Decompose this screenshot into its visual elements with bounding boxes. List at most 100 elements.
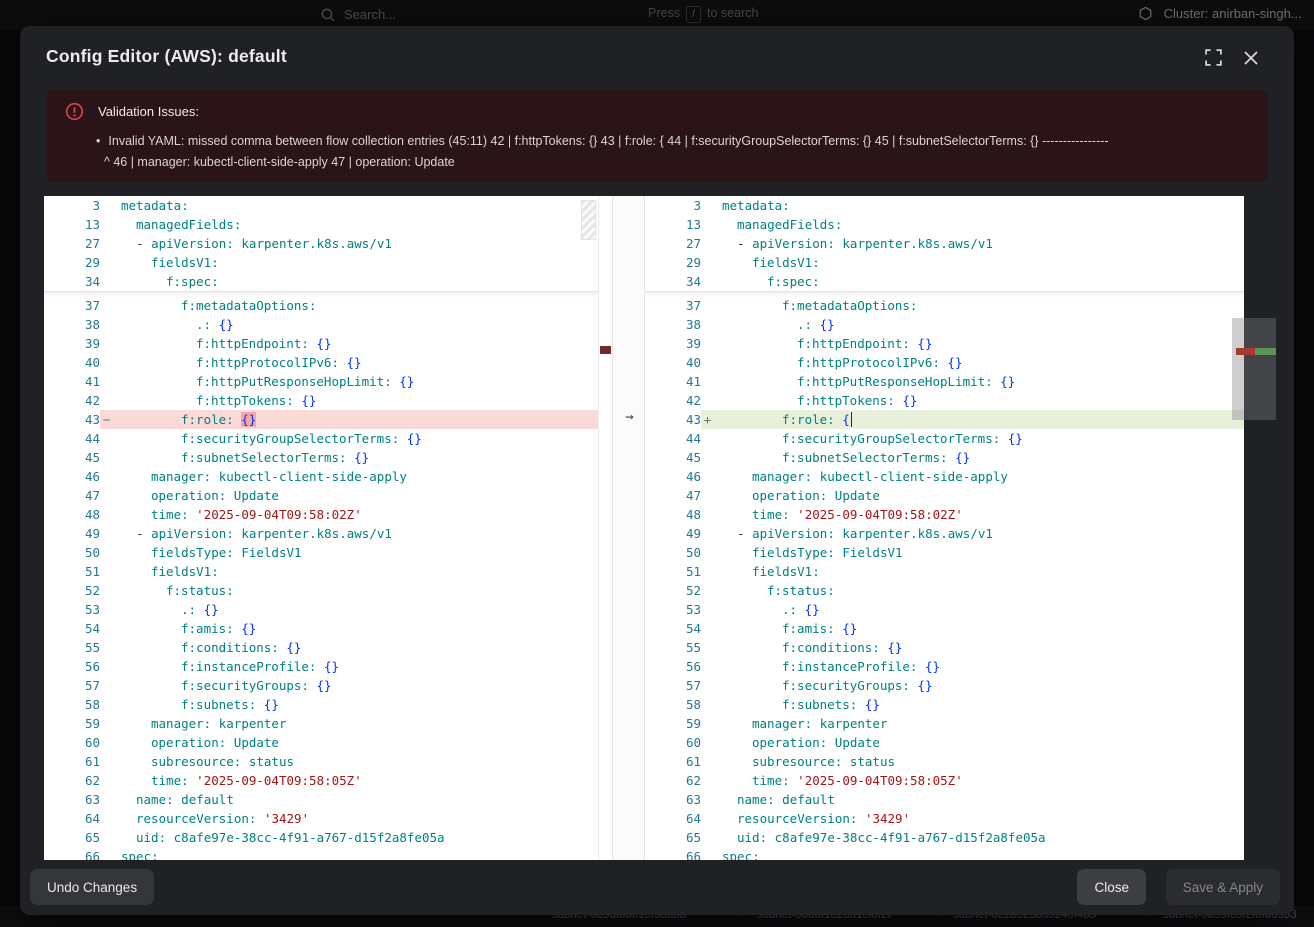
sticky-line[interactable]: 3metadata: <box>44 196 612 215</box>
revert-change-button[interactable]: → <box>619 408 640 427</box>
expand-unchanged-region[interactable] <box>581 200 596 240</box>
code-line[interactable]: 65uid: c8afe97e-38cc-4f91-a767-d15f2a8fe… <box>645 828 1244 847</box>
code-line[interactable]: 61subresource: status <box>645 752 1244 771</box>
code-line[interactable]: 56f:instanceProfile: {} <box>645 657 1244 676</box>
code-line[interactable]: 50fieldsType: FieldsV1 <box>645 543 1244 562</box>
diff-gutter: → <box>612 196 645 860</box>
code-line[interactable]: 57f:securityGroups: {} <box>44 676 612 695</box>
code-line[interactable]: 44f:securityGroupSelectorTerms: {} <box>44 429 612 448</box>
code-text: f:httpTokens: {} <box>714 391 1244 410</box>
fullscreen-button[interactable] <box>1200 46 1226 72</box>
code-line[interactable]: 60operation: Update <box>44 733 612 752</box>
code-line[interactable]: 61subresource: status <box>44 752 612 771</box>
code-text: f:httpPutResponseHopLimit: {} <box>714 372 1244 391</box>
yaml-diff-editor[interactable]: 3metadata:13managedFields:27- apiVersion… <box>44 196 1244 860</box>
code-line[interactable]: 52f:status: <box>44 581 612 600</box>
code-line[interactable]: 52f:status: <box>645 581 1244 600</box>
code-line[interactable]: 39f:httpEndpoint: {} <box>44 334 612 353</box>
sticky-line[interactable]: 13managedFields: <box>645 215 1244 234</box>
code-line[interactable]: 41f:httpPutResponseHopLimit: {} <box>44 372 612 391</box>
code-line[interactable]: 46manager: kubectl-client-side-apply <box>645 467 1244 486</box>
code-line[interactable]: 53.: {} <box>44 600 612 619</box>
diff-pane-modified[interactable]: 3metadata:13managedFields:27- apiVersion… <box>645 196 1244 860</box>
code-line[interactable]: 48 time: '2025-09-04T09:58:02Z' <box>44 505 612 524</box>
code-line[interactable]: 59manager: karpenter <box>44 714 612 733</box>
sticky-line[interactable]: 29fieldsV1: <box>645 253 1244 272</box>
code-line[interactable]: 54f:amis: {} <box>44 619 612 638</box>
code-line[interactable]: 40f:httpProtocolIPv6: {} <box>44 353 612 372</box>
code-line[interactable]: 58f:subnets: {} <box>645 695 1244 714</box>
diff-pane-original[interactable]: 3metadata:13managedFields:27- apiVersion… <box>44 196 612 860</box>
code-line[interactable]: 51fieldsV1: <box>645 562 1244 581</box>
diff-sign <box>701 448 714 467</box>
code-line[interactable]: 38.: {} <box>44 315 612 334</box>
code-line[interactable]: 65uid: c8afe97e-38cc-4f91-a767-d15f2a8fe… <box>44 828 612 847</box>
sticky-line[interactable]: 13managedFields: <box>44 215 612 234</box>
code-line[interactable]: 64resourceVersion: '3429' <box>44 809 612 828</box>
code-line[interactable]: 43−f:role: {} <box>44 410 612 429</box>
code-line[interactable]: 58f:subnets: {} <box>44 695 612 714</box>
close-modal-button[interactable] <box>1238 46 1264 72</box>
code-line[interactable]: 49- apiVersion: karpenter.k8s.aws/v1 <box>645 524 1244 543</box>
line-number: 48 <box>44 505 100 524</box>
code-line[interactable]: 62time: '2025-09-04T09:58:05Z' <box>44 771 612 790</box>
sticky-line[interactable]: 27- apiVersion: karpenter.k8s.aws/v1 <box>645 234 1244 253</box>
sticky-line[interactable]: 34f:spec: <box>44 272 612 291</box>
code-text: resourceVersion: '3429' <box>714 809 1244 828</box>
code-text: f:httpPutResponseHopLimit: {} <box>113 372 612 391</box>
code-line[interactable]: 48time: '2025-09-04T09:58:02Z' <box>645 505 1244 524</box>
code-line[interactable]: 53.: {} <box>645 600 1244 619</box>
code-text: manager: kubectl-client-side-apply <box>714 467 1244 486</box>
code-line[interactable]: 63name: default <box>44 790 612 809</box>
code-line[interactable]: 40f:httpProtocolIPv6: {} <box>645 353 1244 372</box>
sticky-line[interactable]: 34f:spec: <box>645 272 1244 291</box>
code-line[interactable]: 37f:metadataOptions: <box>645 296 1244 315</box>
diff-sign <box>701 296 714 315</box>
code-line[interactable]: 54f:amis: {} <box>645 619 1244 638</box>
line-number: 41 <box>645 372 701 391</box>
line-number: 51 <box>44 562 100 581</box>
code-line[interactable]: 38.: {} <box>645 315 1244 334</box>
code-line[interactable]: 45f:subnetSelectorTerms: {} <box>645 448 1244 467</box>
save-apply-button[interactable]: Save & Apply <box>1166 869 1280 905</box>
sticky-line[interactable]: 27- apiVersion: karpenter.k8s.aws/v1 <box>44 234 612 253</box>
code-line[interactable]: 64resourceVersion: '3429' <box>645 809 1244 828</box>
code-text: f:httpProtocolIPv6: {} <box>113 353 612 372</box>
code-line[interactable]: 51fieldsV1: <box>44 562 612 581</box>
code-line[interactable]: 42f:httpTokens: {} <box>44 391 612 410</box>
editor-scrollbar[interactable] <box>1232 196 1276 860</box>
sticky-scroll-block: 3metadata:13managedFields:27- apiVersion… <box>44 196 612 291</box>
code-line[interactable]: 55f:conditions: {} <box>44 638 612 657</box>
code-line[interactable]: 50fieldsType: FieldsV1 <box>44 543 612 562</box>
code-line[interactable]: 44f:securityGroupSelectorTerms: {} <box>645 429 1244 448</box>
code-text: f:spec: <box>113 272 612 291</box>
code-line[interactable]: 39f:httpEndpoint: {} <box>645 334 1244 353</box>
code-line[interactable]: 63name: default <box>645 790 1244 809</box>
code-line[interactable]: 57f:securityGroups: {} <box>645 676 1244 695</box>
diff-sign <box>701 657 714 676</box>
code-text: f:amis: {} <box>113 619 612 638</box>
close-button[interactable]: Close <box>1077 869 1146 905</box>
code-line[interactable]: 46manager: kubectl-client-side-apply <box>44 467 612 486</box>
code-line[interactable]: 59manager: karpenter <box>645 714 1244 733</box>
sticky-line[interactable]: 3metadata: <box>645 196 1244 215</box>
code-line[interactable]: 41 f:httpPutResponseHopLimit: {} <box>645 372 1244 391</box>
code-text: time: '2025-09-04T09:58:02Z' <box>113 505 612 524</box>
code-line[interactable]: 43+f:role: { <box>645 410 1244 429</box>
code-line[interactable]: 55f:conditions: {} <box>645 638 1244 657</box>
code-line[interactable]: 45f:subnetSelectorTerms: {} <box>44 448 612 467</box>
code-line[interactable]: 42f:httpTokens: {} <box>645 391 1244 410</box>
code-line[interactable]: 56f:instanceProfile: {} <box>44 657 612 676</box>
code-line[interactable]: 47operation: Update <box>645 486 1244 505</box>
code-line[interactable]: 62time: '2025-09-04T09:58:05Z' <box>645 771 1244 790</box>
code-line[interactable]: 60operation: Update <box>645 733 1244 752</box>
overview-ruler-left[interactable] <box>598 196 612 860</box>
code-line[interactable]: 49- apiVersion: karpenter.k8s.aws/v1 <box>44 524 612 543</box>
scrollbar-thumb[interactable] <box>1232 318 1276 420</box>
undo-changes-button[interactable]: Undo Changes <box>30 869 154 905</box>
sticky-line[interactable]: 29fieldsV1: <box>44 253 612 272</box>
code-line[interactable]: 37f:metadataOptions: <box>44 296 612 315</box>
line-number: 43 <box>44 410 100 429</box>
code-line[interactable]: 47operation: Update <box>44 486 612 505</box>
code-text: operation: Update <box>113 733 612 752</box>
